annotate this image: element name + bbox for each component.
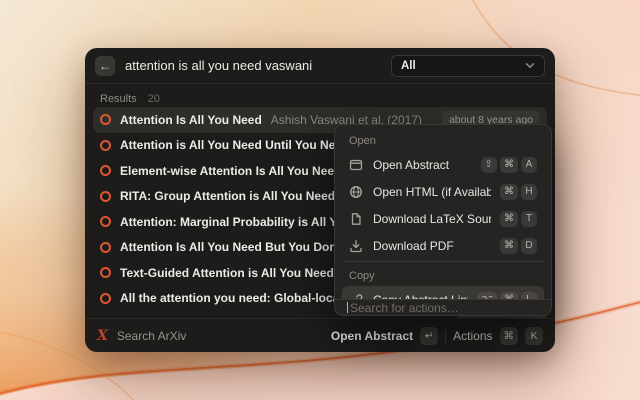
results-count: 20 (148, 93, 160, 105)
results-label: Results (100, 93, 137, 105)
text-caret (347, 302, 348, 313)
actions-search-bar (335, 299, 551, 315)
actions-button[interactable]: Actions (453, 329, 492, 343)
shortcut-key-badge: T (521, 211, 537, 227)
menu-item-shortcut: ⌘H (500, 184, 537, 200)
result-title: Element-wise Attention Is All You Need (120, 164, 341, 178)
menu-item-label: Open HTML (if Available) (373, 185, 491, 199)
shortcut-key-badge: D (521, 238, 537, 254)
arxiv-result-icon (100, 114, 111, 125)
shortcut-key-badge: ⌘ (500, 238, 518, 254)
shortcut-key-badge: ⌥ (477, 292, 497, 300)
menu-item[interactable]: Download LaTeX Source ⌘T (342, 205, 544, 232)
menu-section-header: Copy (342, 264, 544, 286)
arxiv-result-icon (100, 165, 111, 176)
result-title: Attention Is All You Need (120, 113, 262, 127)
back-button[interactable]: ← (95, 56, 115, 76)
link-icon (349, 292, 364, 299)
browser-window-icon (349, 157, 364, 172)
actions-menu-list: OpenOpen Abstract⇧⌘AOpen HTML (if Availa… (335, 125, 551, 299)
shortcut-key-badge: ⌘ (500, 184, 518, 200)
arxiv-result-icon (100, 267, 111, 278)
search-header: ← attention is all you need vaswani All (85, 48, 555, 84)
globe-icon (349, 184, 364, 199)
filter-dropdown[interactable]: All (391, 55, 545, 77)
footer-divider (445, 329, 446, 343)
arxiv-result-icon (100, 242, 111, 253)
shortcut-key-badge: ⇧ (481, 157, 497, 173)
menu-item[interactable]: Copy Abstract Link⌥⌘L (342, 286, 544, 299)
menu-item[interactable]: Open HTML (if Available) ⌘H (342, 178, 544, 205)
footer-app-label: Search ArXiv (117, 329, 186, 343)
arxiv-logo-icon: X (97, 328, 108, 344)
download-icon (349, 238, 364, 253)
menu-item-label: Download LaTeX Source (373, 212, 491, 226)
desktop-wallpaper: ← attention is all you need vaswani All … (0, 0, 640, 400)
menu-item-shortcut: ⌘D (500, 238, 537, 254)
shortcut-key-badge: ⌘ (500, 157, 518, 173)
shortcut-key-badge: ⌘ (500, 211, 518, 227)
actions-search-input[interactable] (350, 301, 539, 315)
shortcut-key-badge: L (521, 292, 537, 300)
chevron-down-icon (525, 62, 535, 69)
menu-section-header: Open (342, 129, 544, 151)
actions-menu: OpenOpen Abstract⇧⌘AOpen HTML (if Availa… (334, 124, 552, 316)
menu-item[interactable]: Download PDF ⌘D (342, 232, 544, 259)
k-key-badge: K (525, 327, 543, 345)
raycast-window: ← attention is all you need vaswani All … (85, 48, 555, 352)
arxiv-result-icon (100, 216, 111, 227)
arxiv-result-icon (100, 293, 111, 304)
enter-key-badge: ↵ (420, 327, 438, 345)
menu-item-shortcut: ⌥⌘L (477, 292, 537, 300)
cmd-key-badge: ⌘ (500, 327, 519, 345)
results-bar: Results 20 (85, 84, 555, 107)
arxiv-result-icon (100, 191, 111, 202)
menu-item[interactable]: Open Abstract ⇧⌘A (342, 151, 544, 178)
document-icon (349, 211, 364, 226)
filter-dropdown-value: All (401, 60, 416, 72)
footer-bar: X Search ArXiv Open Abstract ↵ Actions ⌘… (85, 318, 555, 352)
open-abstract-action[interactable]: Open Abstract (331, 329, 413, 343)
shortcut-key-badge: H (521, 184, 537, 200)
menu-item-label: Download PDF (373, 239, 454, 253)
menu-item-shortcut: ⌘T (500, 211, 537, 227)
menu-item-label: Open Abstract (373, 158, 449, 172)
menu-divider (342, 261, 544, 262)
search-query-input[interactable]: attention is all you need vaswani (125, 58, 312, 73)
menu-item-shortcut: ⇧⌘A (481, 157, 537, 173)
shortcut-key-badge: A (521, 157, 537, 173)
arxiv-result-icon (100, 140, 111, 151)
shortcut-key-badge: ⌘ (500, 292, 518, 300)
